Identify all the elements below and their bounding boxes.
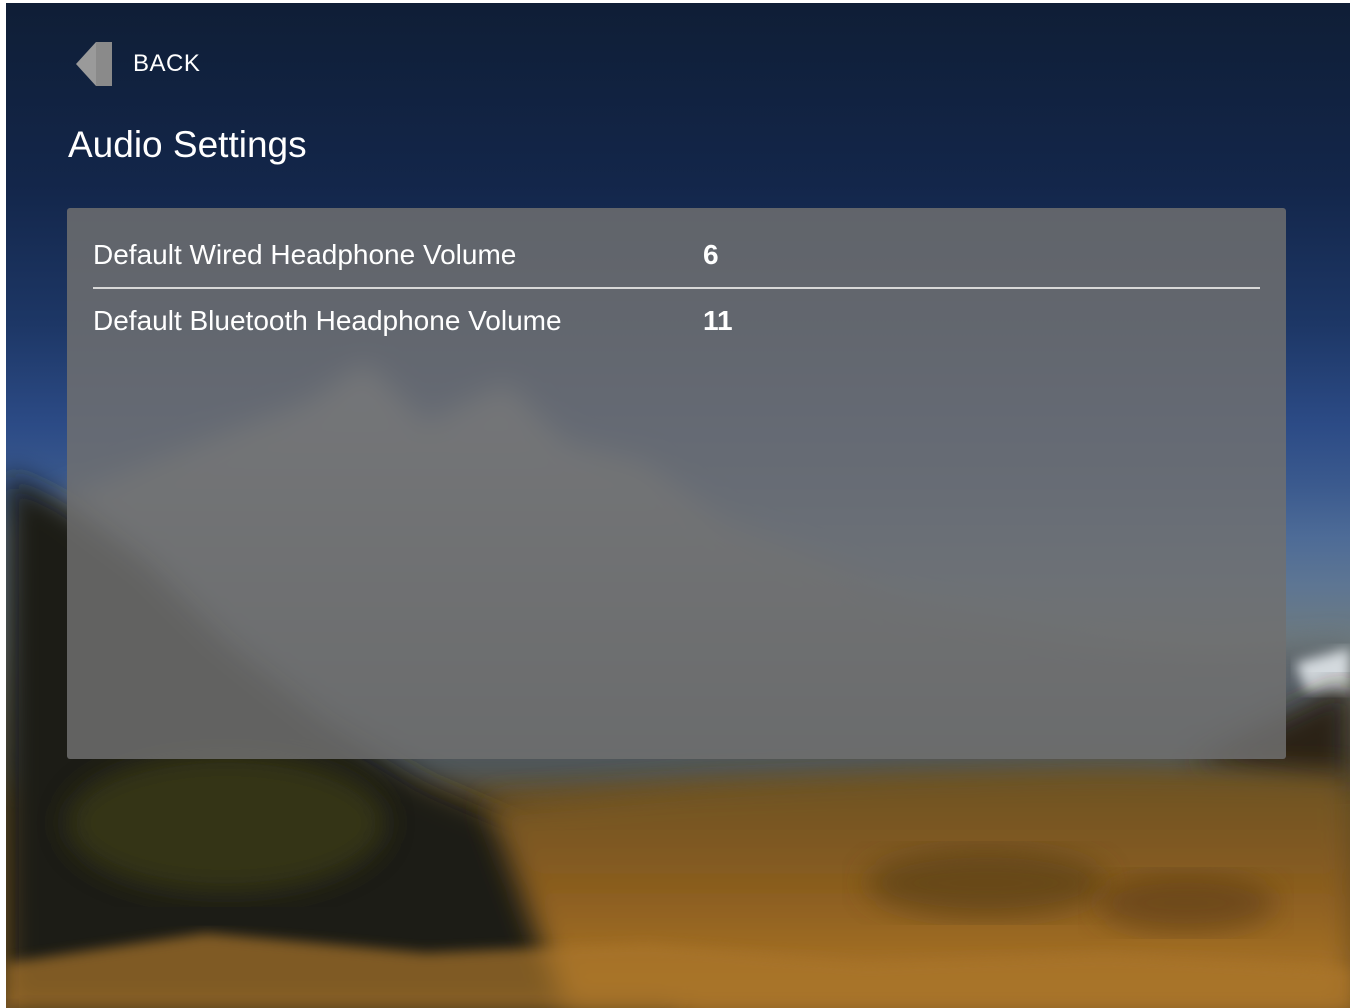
setting-row-wired-volume[interactable]: Default Wired Headphone Volume 6	[93, 223, 1260, 289]
setting-row-bluetooth-volume[interactable]: Default Bluetooth Headphone Volume 11	[93, 289, 1260, 353]
settings-panel: Default Wired Headphone Volume 6 Default…	[67, 208, 1286, 759]
setting-value: 11	[703, 305, 733, 336]
setting-value: 6	[703, 239, 719, 270]
setting-label: Default Wired Headphone Volume	[93, 239, 517, 270]
back-button[interactable]: BACK	[76, 42, 200, 86]
back-label: BACK	[133, 50, 201, 77]
arrow-left-icon	[76, 42, 112, 86]
setting-label: Default Bluetooth Headphone Volume	[93, 305, 562, 336]
page-title: Audio Settings	[68, 124, 307, 165]
